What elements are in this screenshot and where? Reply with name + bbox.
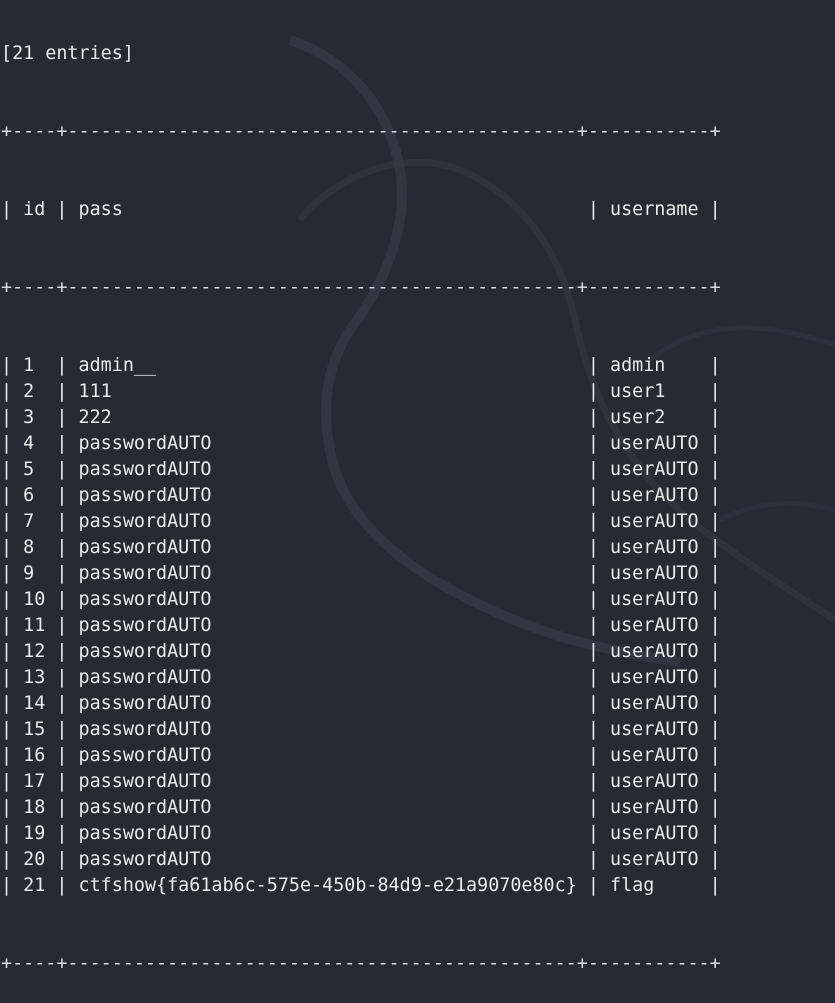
cell-username: userAUTO xyxy=(610,589,699,610)
cell-id: 5 xyxy=(23,459,46,480)
cell-id: 14 xyxy=(23,693,46,714)
cell-id: 16 xyxy=(23,745,46,766)
entries-summary: [21 entries] xyxy=(1,43,134,64)
table-row: | 5 | passwordAUTO | userAUTO | xyxy=(1,459,721,480)
table-row: | 6 | passwordAUTO | userAUTO | xyxy=(1,485,721,506)
cell-id: 20 xyxy=(23,849,46,870)
column-header-id: id xyxy=(23,199,46,220)
cell-username: userAUTO xyxy=(610,511,699,532)
cell-id: 17 xyxy=(23,771,46,792)
cell-pass: passwordAUTO xyxy=(78,667,577,688)
cell-pass: passwordAUTO xyxy=(78,589,577,610)
table-bottom-border: +----+----------------------------------… xyxy=(1,953,721,974)
cell-username: userAUTO xyxy=(610,641,699,662)
cell-pass: passwordAUTO xyxy=(78,797,577,818)
table-row: | 19 | passwordAUTO | userAUTO | xyxy=(1,823,721,844)
table-header-row: | id | pass | username | xyxy=(1,199,721,220)
table-header-border: +----+----------------------------------… xyxy=(1,277,721,298)
cell-username: userAUTO xyxy=(610,823,699,844)
terminal-output: [21 entries] +----+---------------------… xyxy=(1,0,721,1003)
table-row: | 15 | passwordAUTO | userAUTO | xyxy=(1,719,721,740)
table-row: | 21 | ctfshow{fa61ab6c-575e-450b-84d9-e… xyxy=(1,875,721,896)
table-row: | 4 | passwordAUTO | userAUTO | xyxy=(1,433,721,454)
cell-id: 9 xyxy=(23,563,46,584)
cell-username: userAUTO xyxy=(610,693,699,714)
cell-username: userAUTO xyxy=(610,771,699,792)
cell-pass: passwordAUTO xyxy=(78,433,577,454)
cell-pass: passwordAUTO xyxy=(78,693,577,714)
table-row: | 12 | passwordAUTO | userAUTO | xyxy=(1,641,721,662)
table-row: | 1 | admin__ | admin | xyxy=(1,355,721,376)
cell-username: user1 xyxy=(610,381,699,402)
cell-pass: passwordAUTO xyxy=(78,485,577,506)
cell-username: userAUTO xyxy=(610,667,699,688)
cell-pass: 111 xyxy=(78,381,577,402)
table-row: | 11 | passwordAUTO | userAUTO | xyxy=(1,615,721,636)
cell-id: 1 xyxy=(23,355,46,376)
cell-pass: 222 xyxy=(78,407,577,428)
cell-username: userAUTO xyxy=(610,485,699,506)
cell-username: flag xyxy=(610,875,699,896)
cell-pass: passwordAUTO xyxy=(78,745,577,766)
cell-id: 4 xyxy=(23,433,46,454)
table-top-border: +----+----------------------------------… xyxy=(1,121,721,142)
cell-pass: passwordAUTO xyxy=(78,511,577,532)
table-row: | 20 | passwordAUTO | userAUTO | xyxy=(1,849,721,870)
cell-username: userAUTO xyxy=(610,719,699,740)
table-row: | 13 | passwordAUTO | userAUTO | xyxy=(1,667,721,688)
cell-id: 13 xyxy=(23,667,46,688)
cell-pass: passwordAUTO xyxy=(78,719,577,740)
cell-id: 18 xyxy=(23,797,46,818)
cell-id: 21 xyxy=(23,875,46,896)
table-row: | 3 | 222 | user2 | xyxy=(1,407,721,428)
column-header-username: username xyxy=(610,199,699,220)
cell-pass: passwordAUTO xyxy=(78,563,577,584)
cell-pass: passwordAUTO xyxy=(78,615,577,636)
table-row: | 2 | 111 | user1 | xyxy=(1,381,721,402)
cell-username: userAUTO xyxy=(610,615,699,636)
cell-id: 12 xyxy=(23,641,46,662)
table-row: | 7 | passwordAUTO | userAUTO | xyxy=(1,511,721,532)
cell-pass: passwordAUTO xyxy=(78,459,577,480)
table-row: | 16 | passwordAUTO | userAUTO | xyxy=(1,745,721,766)
cell-id: 19 xyxy=(23,823,46,844)
cell-username: userAUTO xyxy=(610,745,699,766)
cell-id: 7 xyxy=(23,511,46,532)
cell-username: userAUTO xyxy=(610,563,699,584)
cell-username: admin xyxy=(610,355,699,376)
cell-pass: passwordAUTO xyxy=(78,823,577,844)
cell-pass: ctfshow{fa61ab6c-575e-450b-84d9-e21a9070… xyxy=(78,875,577,896)
column-header-pass: pass xyxy=(78,199,577,220)
cell-pass: passwordAUTO xyxy=(78,537,577,558)
cell-id: 11 xyxy=(23,615,46,636)
cell-id: 2 xyxy=(23,381,46,402)
table-body: | 1 | admin__ | admin | | 2 | 111 | user1… xyxy=(1,353,721,899)
cell-pass: passwordAUTO xyxy=(78,771,577,792)
table-row: | 14 | passwordAUTO | userAUTO | xyxy=(1,693,721,714)
cell-pass: passwordAUTO xyxy=(78,849,577,870)
cell-username: userAUTO xyxy=(610,797,699,818)
cell-username: userAUTO xyxy=(610,537,699,558)
cell-pass: admin__ xyxy=(78,355,577,376)
cell-username: user2 xyxy=(610,407,699,428)
cell-id: 3 xyxy=(23,407,46,428)
cell-username: userAUTO xyxy=(610,433,699,454)
table-row: | 9 | passwordAUTO | userAUTO | xyxy=(1,563,721,584)
table-row: | 10 | passwordAUTO | userAUTO | xyxy=(1,589,721,610)
table-row: | 8 | passwordAUTO | userAUTO | xyxy=(1,537,721,558)
table-row: | 18 | passwordAUTO | userAUTO | xyxy=(1,797,721,818)
cell-id: 8 xyxy=(23,537,46,558)
cell-username: userAUTO xyxy=(610,849,699,870)
cell-id: 15 xyxy=(23,719,46,740)
cell-username: userAUTO xyxy=(610,459,699,480)
cell-pass: passwordAUTO xyxy=(78,641,577,662)
cell-id: 10 xyxy=(23,589,46,610)
table-row: | 17 | passwordAUTO | userAUTO | xyxy=(1,771,721,792)
cell-id: 6 xyxy=(23,485,46,506)
